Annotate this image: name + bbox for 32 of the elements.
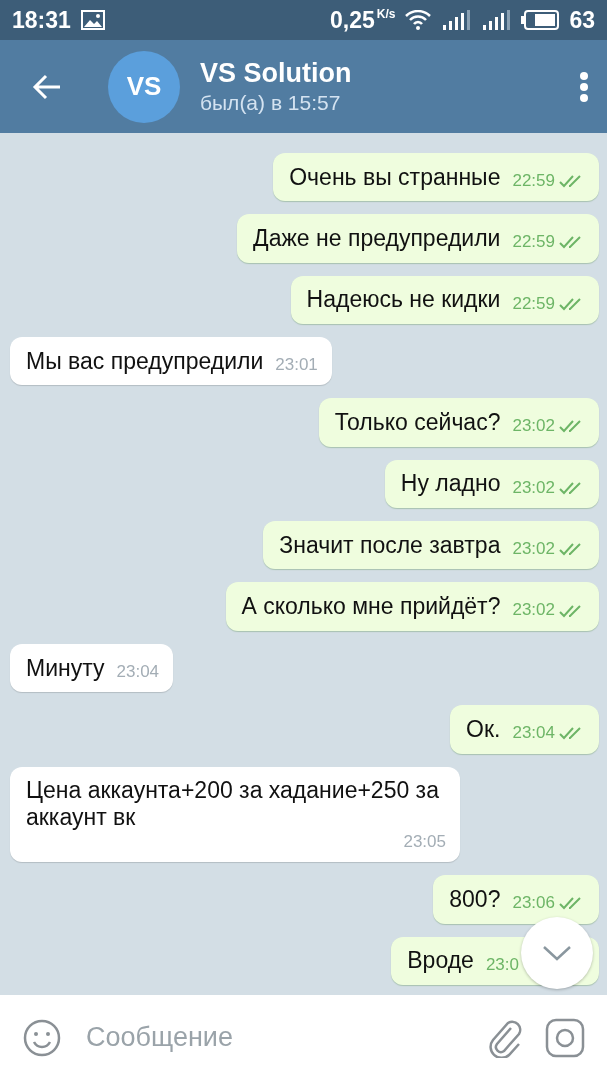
- last-seen: был(а) в 15:57: [200, 91, 342, 115]
- avatar[interactable]: VS: [108, 50, 180, 123]
- message-text: Минуту: [26, 654, 105, 683]
- message-time: 23:01: [275, 354, 318, 376]
- message-input[interactable]: Сообщение: [84, 1021, 465, 1054]
- message-time: 23:04: [512, 723, 555, 744]
- message-time: 23:02: [512, 600, 555, 621]
- clock: 18:31: [12, 6, 71, 34]
- message-text: Только сейчас?: [334, 409, 501, 437]
- message-text: Вроде: [407, 947, 474, 975]
- message-time: 23:04: [116, 661, 160, 683]
- message-time: 22:59: [512, 232, 555, 253]
- message-text: 800?: [449, 886, 501, 914]
- message-time: 23:02: [512, 477, 555, 499]
- message-text: Ну ладно: [400, 470, 501, 499]
- message-time: 22:59: [512, 170, 555, 192]
- message-time: 22:59: [512, 293, 555, 314]
- message-time: 23:05: [403, 831, 446, 853]
- message-text: Даже не предупредили: [253, 224, 501, 253]
- battery-percent: 63: [569, 6, 595, 34]
- message-time: 23:06: [512, 893, 555, 914]
- message-text: Мы вас предупредили: [26, 347, 264, 376]
- message-text: Ок.: [466, 716, 501, 744]
- message-text: Значит после завтра: [279, 531, 501, 560]
- message-text: Очень вы странные: [289, 163, 501, 192]
- chat-title: VS Solution: [200, 58, 353, 89]
- message-text: А сколько мне прийдёт?: [241, 593, 501, 621]
- message-text: Цена аккаунта+200 за хадание+250 за аккаунт вк: [26, 776, 440, 832]
- message-time: 23:02: [512, 539, 555, 560]
- message-text: Надеюсь не кидки: [306, 286, 501, 314]
- message-time: 23:0: [485, 954, 519, 975]
- message-time: 23:02: [512, 416, 555, 437]
